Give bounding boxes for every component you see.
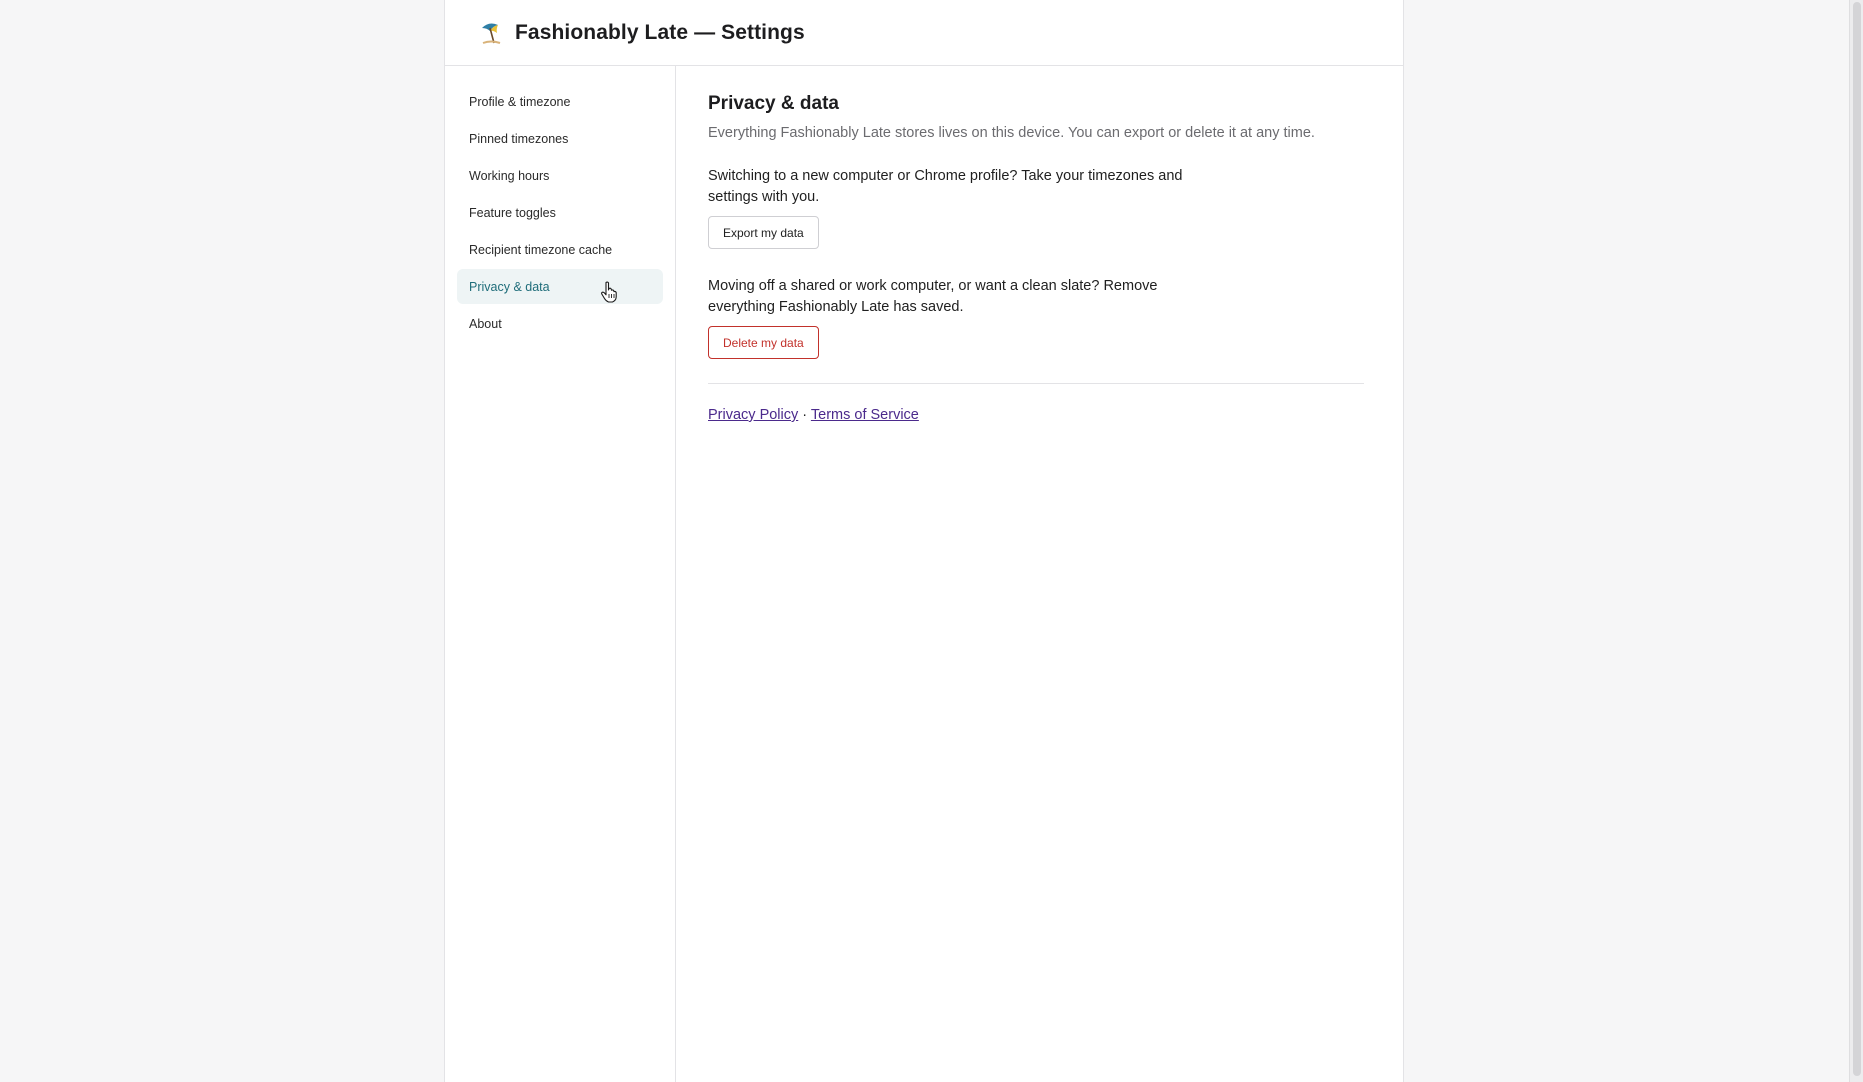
sidebar-item-privacy-data[interactable]: Privacy & data [457, 269, 663, 304]
app-title: Fashionably Late — Settings [515, 20, 805, 44]
app-header: Fashionably Late — Settings [445, 0, 1403, 66]
export-section: Switching to a new computer or Chrome pr… [708, 166, 1366, 249]
scrollbar-thumb[interactable] [1853, 2, 1861, 1076]
delete-data-button[interactable]: Delete my data [708, 326, 819, 359]
sidebar-item-about[interactable]: About [457, 306, 663, 341]
sidebar-item-feature-toggles[interactable]: Feature toggles [457, 195, 663, 230]
settings-content: Privacy & data Everything Fashionably La… [676, 66, 1403, 1082]
page-subtitle: Everything Fashionably Late stores lives… [708, 125, 1315, 141]
hand-pointer-cursor-icon [600, 281, 618, 303]
privacy-policy-link[interactable]: Privacy Policy [708, 407, 798, 423]
terms-of-service-link[interactable]: Terms of Service [811, 407, 919, 423]
divider [708, 383, 1364, 384]
delete-section: Moving off a shared or work computer, or… [708, 276, 1366, 359]
settings-page: Fashionably Late — Settings Profile & ti… [444, 0, 1404, 1082]
export-description: Switching to a new computer or Chrome pr… [708, 168, 1183, 205]
footer-links: Privacy Policy · Terms of Service [708, 407, 1366, 423]
beach-umbrella-icon [479, 20, 503, 46]
settings-sidebar: Profile & timezone Pinned timezones Work… [445, 66, 676, 1082]
sidebar-item-profile-timezone[interactable]: Profile & timezone [457, 84, 663, 119]
sidebar-item-pinned-timezones[interactable]: Pinned timezones [457, 121, 663, 156]
page-scrollbar[interactable] [1849, 0, 1863, 1082]
export-data-button[interactable]: Export my data [708, 216, 819, 249]
delete-description: Moving off a shared or work computer, or… [708, 278, 1158, 315]
page-title: Privacy & data [708, 93, 839, 114]
sidebar-item-recipient-timezone-cache[interactable]: Recipient timezone cache [457, 232, 663, 267]
link-separator: · [802, 407, 811, 423]
sidebar-item-working-hours[interactable]: Working hours [457, 158, 663, 193]
